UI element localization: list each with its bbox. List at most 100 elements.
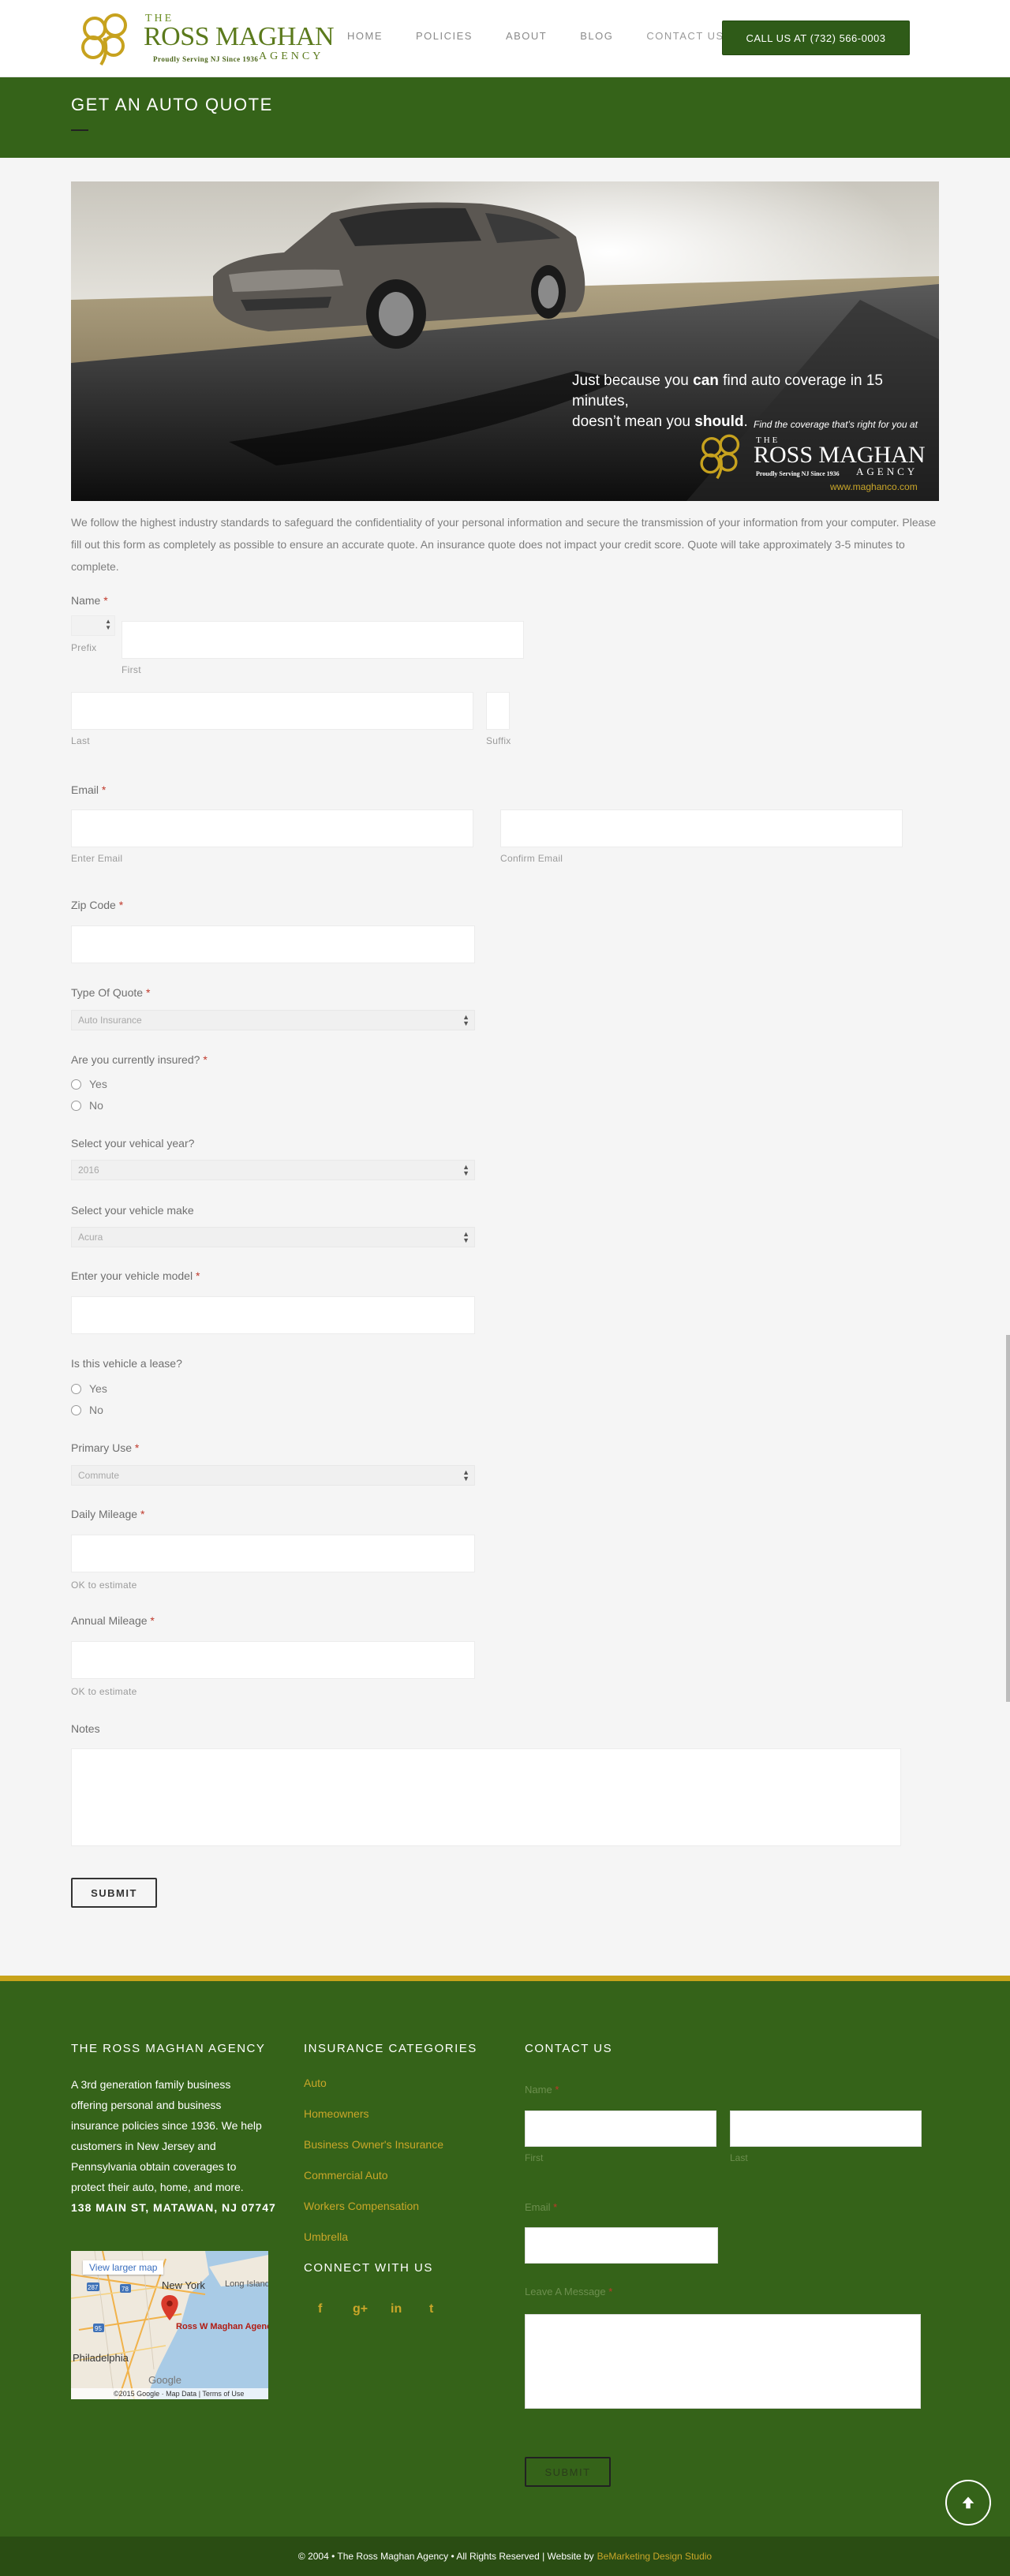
hero-find-text: Find the coverage that’s right for you a… [754, 419, 918, 430]
model-label-text: Enter your vehicle model [71, 1269, 193, 1282]
hero-clover-icon [700, 434, 740, 480]
radio-circle-icon [71, 1404, 81, 1415]
suffix-input[interactable] [486, 692, 510, 730]
lease-yes-radio[interactable]: Yes [71, 1382, 107, 1395]
studio-link[interactable]: BeMarketing Design Studio [597, 2551, 712, 2562]
insured-no-label: No [89, 1099, 103, 1112]
map-philadelphia: Philadelphia [73, 2352, 129, 2364]
contact-first-sublabel: First [525, 2152, 544, 2163]
category-link-commercial-auto[interactable]: Commercial Auto [304, 2169, 388, 2182]
twitter-icon[interactable]: t [429, 2302, 433, 2316]
main-nav: HOME POLICIES ABOUT BLOG CONTACT US [347, 30, 758, 42]
annual-mileage-label-text: Annual Mileage [71, 1614, 148, 1627]
category-link-workers-comp[interactable]: Workers Compensation [304, 2200, 419, 2212]
year-label: Select your vehical year? [71, 1137, 195, 1150]
contact-last-sublabel: Last [730, 2152, 748, 2163]
map-credits-text: ©2015 Google · Map Data [114, 2390, 197, 2398]
contact-last-input[interactable] [730, 2111, 922, 2147]
logo-tagline: Proudly Serving NJ Since 1936 [153, 55, 259, 63]
logo-name: ROSS MAGHAN [144, 22, 335, 51]
hero-banner: Just because you can find auto coverage … [71, 181, 939, 501]
facebook-icon[interactable]: f [318, 2302, 322, 2316]
primary-use-label-text: Primary Use [71, 1441, 133, 1454]
submit-button[interactable]: SUBMIT [71, 1878, 157, 1908]
category-link-auto[interactable]: Auto [304, 2077, 327, 2089]
insured-no-radio[interactable]: No [71, 1099, 103, 1112]
quote-type-label-text: Type Of Quote [71, 986, 144, 999]
footer-contact-title: CONTACT US [525, 2042, 613, 2055]
hero-line1-bold: can [693, 372, 719, 389]
required-mark: * [150, 1614, 155, 1627]
annual-mileage-input[interactable] [71, 1641, 475, 1679]
confirm-email-input[interactable] [500, 809, 903, 847]
hero-logo-name: ROSS MAGHAN [754, 442, 926, 468]
nav-about[interactable]: ABOUT [506, 30, 547, 42]
insured-label: Are you currently insured? * [71, 1053, 208, 1066]
nav-policies[interactable]: POLICIES [416, 30, 473, 42]
prefix-sublabel: Prefix [71, 642, 97, 653]
category-link-business-owners[interactable]: Business Owner's Insurance [304, 2138, 443, 2151]
site-logo[interactable]: THE ROSS MAGHAN AGENCY Proudly Serving N… [77, 9, 346, 66]
scrollbar-thumb[interactable] [1006, 1335, 1010, 1702]
google-plus-icon[interactable]: g+ [353, 2302, 368, 2316]
make-label: Select your vehicle make [71, 1204, 194, 1217]
title-underline [71, 129, 88, 131]
footer-about-text: A 3rd generation family business offerin… [71, 2078, 262, 2193]
contact-email-input[interactable] [525, 2227, 718, 2264]
map-long-island: Long Island [225, 2279, 268, 2289]
insured-yes-radio[interactable]: Yes [71, 1078, 107, 1090]
last-name-input[interactable] [71, 692, 473, 730]
top-header: THE ROSS MAGHAN AGENCY Proudly Serving N… [0, 0, 1010, 77]
lease-label: Is this vehicle a lease? [71, 1357, 182, 1370]
contact-submit-button[interactable]: SUBMIT [525, 2457, 611, 2487]
email-label: Email * [71, 783, 106, 796]
name-label: Name * [71, 594, 108, 607]
linkedin-icon[interactable]: in [391, 2302, 402, 2316]
nav-home[interactable]: HOME [347, 30, 383, 42]
quote-type-select[interactable]: Auto Insurance ▲ ▼ [71, 1010, 475, 1030]
map-terms[interactable]: Terms of Use [202, 2390, 244, 2398]
make-value: Acura [78, 1232, 103, 1243]
enter-email-sublabel: Enter Email [71, 853, 123, 864]
page-title: GET AN AUTO QUOTE [71, 95, 273, 114]
last-sublabel: Last [71, 735, 90, 746]
map-route-3: 287 [88, 2284, 99, 2291]
zip-input[interactable] [71, 925, 475, 963]
google-map[interactable]: New York Long Island Philadelphia 78 95 … [71, 2251, 268, 2399]
year-select[interactable]: 2016 ▲ ▼ [71, 1160, 475, 1180]
contact-first-input[interactable] [525, 2111, 716, 2147]
model-label: Enter your vehicle model * [71, 1269, 200, 1282]
contact-name-label-text: Name [525, 2084, 552, 2096]
map-pin-icon [161, 2295, 178, 2320]
primary-use-select[interactable]: Commute ▲ ▼ [71, 1465, 475, 1486]
required-mark: * [140, 1508, 145, 1520]
make-select[interactable]: Acura ▲ ▼ [71, 1227, 475, 1247]
required-mark: * [101, 783, 107, 796]
map-view-larger[interactable]: View larger map [83, 2260, 164, 2275]
first-name-input[interactable] [122, 621, 524, 659]
map-new-york: New York [162, 2279, 205, 2291]
lease-no-radio[interactable]: No [71, 1404, 103, 1416]
call-button[interactable]: CALL US AT (732) 566-0003 [722, 21, 910, 55]
prefix-select[interactable]: ▲ ▼ [71, 615, 115, 636]
category-link-homeowners[interactable]: Homeowners [304, 2107, 368, 2120]
footer-about-title: THE ROSS MAGHAN AGENCY [71, 2042, 266, 2055]
notes-textarea[interactable] [71, 1748, 901, 1846]
hero-logo-agency: AGENCY [856, 465, 918, 477]
hero-line1-pre: Just because you [572, 372, 694, 389]
required-mark: * [608, 2286, 613, 2297]
nav-blog[interactable]: BLOG [580, 30, 613, 42]
model-input[interactable] [71, 1296, 475, 1334]
contact-message-textarea[interactable] [525, 2314, 921, 2409]
back-to-top-button[interactable] [945, 2480, 991, 2526]
category-link-umbrella[interactable]: Umbrella [304, 2230, 348, 2243]
email-input[interactable] [71, 809, 473, 847]
map-route-1: 78 [122, 2286, 129, 2293]
daily-mileage-input[interactable] [71, 1535, 475, 1572]
arrow-up-icon [962, 2496, 974, 2509]
chevron-updown-icon: ▲ ▼ [462, 1013, 469, 1027]
year-value: 2016 [78, 1165, 99, 1176]
radio-circle-icon [71, 1100, 81, 1111]
chevron-updown-icon: ▲ ▼ [105, 618, 111, 631]
nav-contact[interactable]: CONTACT US [646, 30, 724, 42]
